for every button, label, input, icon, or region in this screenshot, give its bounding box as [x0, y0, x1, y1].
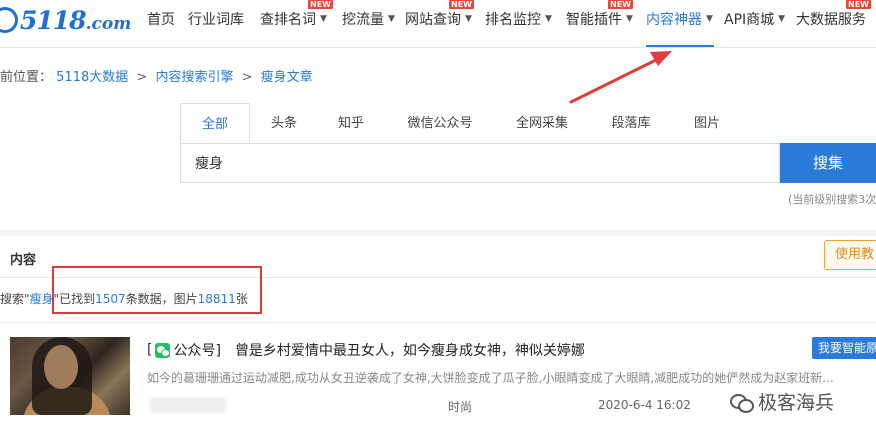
tutorial-button[interactable]: 使用教 [824, 240, 876, 270]
new-badge: NEW [608, 0, 633, 9]
section-divider [0, 230, 876, 236]
nav-active-underline [646, 45, 714, 47]
tab-all[interactable]: 全部 [180, 103, 250, 145]
breadcrumb-separator: > [241, 70, 253, 85]
chevron-down-icon: ▼ [778, 14, 786, 24]
breadcrumb-item-engine[interactable]: 内容搜索引擎 [155, 70, 233, 85]
new-badge: NEW [846, 0, 871, 9]
result-thumbnail[interactable] [10, 337, 130, 415]
result-category: 时尚 [448, 400, 473, 414]
breadcrumb: 前位置： 5118大数据 > 内容搜索引擎 > 瘦身文章 [0, 66, 313, 85]
chevron-down-icon: ▼ [388, 14, 395, 24]
blurred-author [150, 397, 226, 413]
watermark: 极客海兵 [730, 388, 834, 415]
chevron-down-icon: ▼ [626, 14, 633, 24]
logo-text: 5118.com [20, 5, 132, 35]
nav-item-industry-words[interactable]: 行业词库 [188, 9, 244, 29]
nav-item-api-store[interactable]: API商城 ▼ [724, 9, 785, 29]
site-logo[interactable]: 5118.com [0, 5, 131, 35]
breadcrumb-item-home[interactable]: 5118大数据 [56, 70, 128, 85]
tab-wechat[interactable]: 微信公众号 [394, 103, 486, 145]
page-root: 5118.com 首页 行业词库 查排名词 ▼ NEW 挖流量 ▼ 网站查询 ▼ NE… [0, 0, 876, 439]
tab-toutiao[interactable]: 头条 [256, 103, 312, 145]
search-tabs: 全部 头条 知乎 微信公众号 全网采集 段落库 图片 [180, 103, 876, 145]
summary-keyword[interactable]: 瘦身 [30, 292, 54, 306]
nav-item-smart-plugins[interactable]: 智能插件 ▼ [566, 9, 633, 29]
wechat-icon [155, 342, 171, 358]
annotation-highlight-box [52, 266, 262, 314]
tab-paragraphs[interactable]: 段落库 [598, 103, 664, 145]
result-divider [0, 322, 876, 323]
result-description: 如今的葛珊珊通过运动减肥,成功从女丑逆袭成了女神,大饼脸变成了瓜子脸,小眼睛变成… [147, 371, 834, 385]
result-date: 2020-6-4 16:02 [598, 398, 691, 412]
chevron-down-icon: ▼ [465, 14, 472, 24]
nav-item-home[interactable]: 首页 [147, 9, 175, 29]
breadcrumb-separator: > [136, 70, 148, 85]
result-title[interactable]: [ 公众号] 曾是乡村爱情中最丑女人，如今 瘦身 成女神，神似关婷娜 [147, 340, 585, 360]
logo-mark-icon [0, 7, 18, 33]
new-badge: NEW [449, 0, 474, 9]
tab-web-collect[interactable]: 全网采集 [502, 103, 582, 145]
tab-content[interactable]: 内容 [10, 249, 36, 268]
search-level-note: (当前级别搜索3次 [788, 193, 876, 206]
result-source-label: 公众号] [173, 343, 221, 359]
nav-item-content-tools[interactable]: 内容神器 ▼ [646, 9, 713, 29]
tab-zhihu[interactable]: 知乎 [326, 103, 376, 145]
new-badge: NEW [308, 0, 333, 9]
nav-item-rank-words[interactable]: 查排名词 ▼ [260, 9, 327, 29]
wechat-outline-icon [730, 392, 754, 413]
breadcrumb-prefix: 前位置： [0, 70, 53, 85]
nav-item-rank-monitor[interactable]: 排名监控 ▼ [485, 9, 552, 29]
chevron-down-icon: ▼ [545, 14, 552, 24]
chevron-down-icon: ▼ [320, 14, 327, 24]
nav-item-site-query[interactable]: 网站查询 ▼ [405, 9, 472, 29]
chevron-down-icon: ▼ [706, 14, 713, 24]
search-box [180, 143, 780, 183]
top-nav: 5118.com 首页 行业词库 查排名词 ▼ NEW 挖流量 ▼ 网站查询 ▼ NE… [0, 0, 876, 48]
nav-item-big-data[interactable]: 大数据服务 [796, 9, 866, 29]
breadcrumb-item-current[interactable]: 瘦身文章 [261, 70, 313, 85]
ai-rewrite-button[interactable]: 我要智能原 [812, 337, 876, 359]
tab-images[interactable]: 图片 [682, 103, 732, 145]
search-input[interactable] [195, 144, 755, 182]
nav-item-traffic[interactable]: 挖流量 ▼ [342, 9, 395, 29]
search-button[interactable]: 搜集 [780, 143, 876, 183]
